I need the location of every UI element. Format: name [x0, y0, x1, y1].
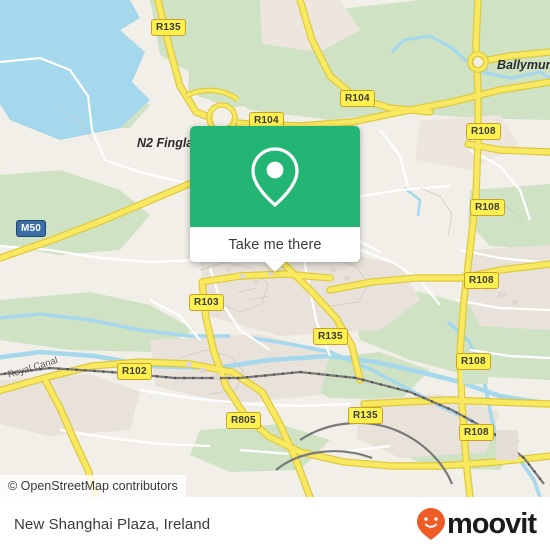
location-popup-card[interactable]: Take me there: [190, 126, 360, 272]
road-shield: R135: [151, 19, 186, 36]
map-pin-icon: [251, 146, 299, 207]
map-canvas[interactable]: Ballymun N2 Fingla Royal Canal R135 R104 R1…: [0, 0, 550, 497]
road-shield: R135: [348, 407, 383, 424]
road-shield: R104: [340, 90, 375, 107]
road-shield: R103: [189, 294, 224, 311]
take-me-there-label: Take me there: [228, 236, 322, 253]
popup-pointer: [264, 261, 286, 272]
road-shield: R108: [456, 353, 491, 370]
road-shield: M50: [16, 220, 47, 237]
road-shield: R108: [459, 424, 494, 441]
place-title: New Shanghai Plaza, Ireland: [14, 515, 211, 533]
road-shield: R135: [313, 328, 348, 345]
footer-bar: New Shanghai Plaza, Ireland moovit: [0, 497, 550, 550]
moovit-logo[interactable]: moovit: [416, 507, 537, 541]
map-screenshot: Ballymun N2 Fingla Royal Canal R135 R104 R1…: [0, 0, 550, 550]
popup-action-area[interactable]: Take me there: [190, 227, 360, 262]
popup-pin-area: [190, 126, 360, 227]
road-shield: R108: [470, 199, 505, 216]
road-shield: R108: [464, 272, 499, 289]
moovit-smiley-pin-icon: [416, 508, 445, 540]
road-shield: R805: [226, 412, 261, 429]
road-shield: R102: [117, 363, 152, 380]
road-shield: R108: [466, 123, 501, 140]
moovit-wordmark: moovit: [446, 507, 537, 540]
osm-attribution[interactable]: © OpenStreetMap contributors: [0, 475, 186, 497]
